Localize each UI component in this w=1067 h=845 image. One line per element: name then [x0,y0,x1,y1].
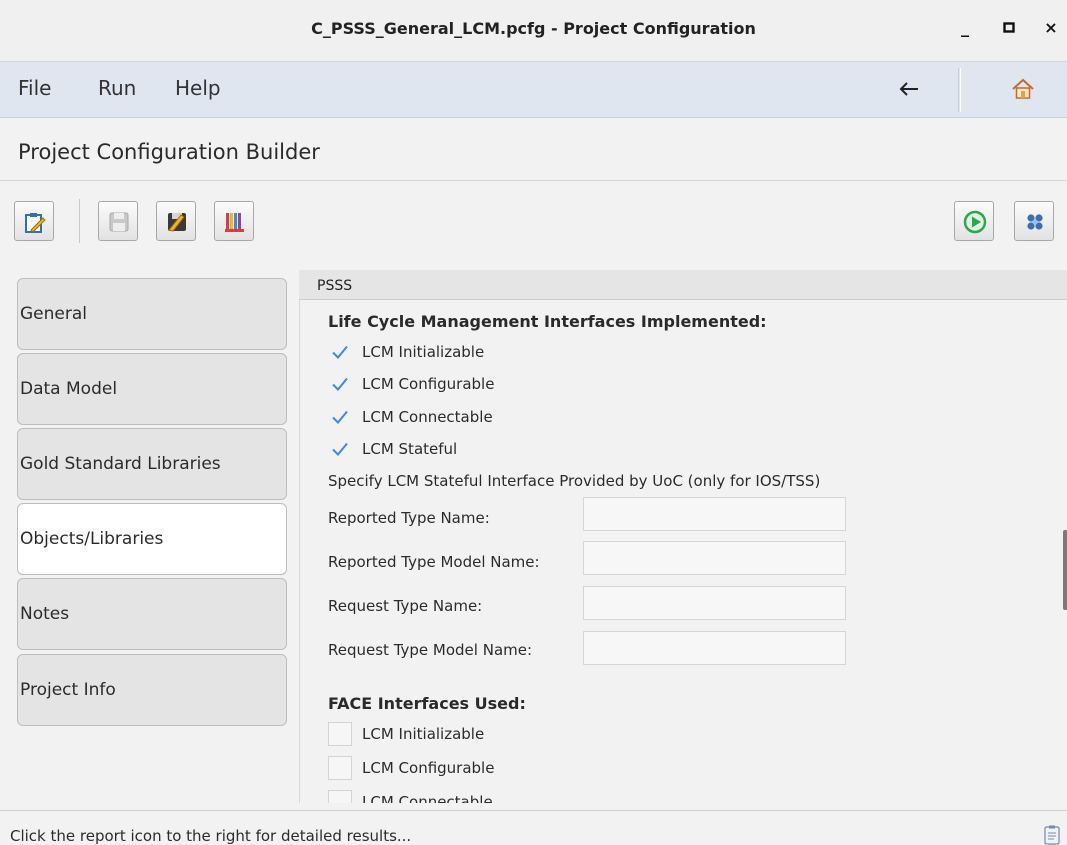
gear-cluster-icon [1027,214,1043,230]
divider [0,180,1067,181]
floppy-disk-icon [109,212,129,232]
back-arrow-icon [899,82,918,96]
toolbar [0,193,1067,247]
checkbox-label: LCM Initializable [362,725,485,743]
play-circle-icon [963,210,987,234]
maximize-icon [1003,22,1015,33]
maximize-button[interactable] [998,18,1020,40]
sidebar-item-data-model[interactable]: Data Model [17,353,287,425]
checkbox-label: LCM Initializable [362,343,485,361]
settings-button[interactable] [1014,201,1054,241]
checkmark-icon [332,442,348,456]
checkmark-icon [332,410,348,424]
sidebar-item-objects-libraries[interactable]: Objects/Libraries [17,503,287,575]
reported-type-name-label: Reported Type Name: [328,509,490,527]
run-button[interactable] [954,201,994,241]
save-button[interactable] [98,201,138,241]
save-as-button[interactable] [156,201,196,241]
edit-clipboard-icon [25,213,46,233]
sidebar-item-general[interactable]: General [17,278,287,350]
checkbox[interactable] [328,756,352,780]
checkbox-label: LCM Connectable [362,408,493,426]
checkbox[interactable] [328,790,352,803]
checkmark-icon [332,377,348,391]
request-type-name-input[interactable] [583,586,846,620]
report-button[interactable] [1044,825,1060,845]
menu-help[interactable]: Help [175,76,221,100]
menu-run[interactable]: Run [98,76,136,100]
save-as-icon [168,213,186,232]
scroll-panel[interactable]: Life Cycle Management Interfaces Impleme… [299,300,1067,803]
toolbar-separator [79,199,80,243]
library-button[interactable] [214,201,254,241]
checkbox-label: LCM Stateful [362,440,458,458]
page-title: Project Configuration Builder [18,140,320,164]
home-button[interactable] [1010,76,1036,106]
checkbox-label: LCM Configurable [362,375,495,393]
checkbox-label: LCM Connectable [362,793,493,803]
checkmark-icon [332,345,348,359]
request-type-name-label: Request Type Name: [328,597,483,615]
report-clipboard-icon [1044,825,1060,845]
menu-bar: File Run Help [0,62,1067,118]
menu-separator [958,68,961,112]
home-icon [1012,78,1034,99]
checkbox[interactable] [328,405,352,429]
checkbox[interactable] [328,372,352,396]
panel-header: PSSS [299,270,1067,300]
title-bar: C_PSSS_General_LCM.pcfg - Project Config… [0,0,1067,62]
checkbox-label: LCM Configurable [362,759,495,777]
sidebar-item-notes[interactable]: Notes [17,578,287,650]
window-title: C_PSSS_General_LCM.pcfg - Project Config… [311,19,756,38]
status-text: Click the report icon to the right for d… [10,827,412,845]
reported-type-name-input[interactable] [583,497,846,531]
request-type-model-name-label: Request Type Model Name: [328,641,533,659]
sidebar-item-project-info[interactable]: Project Info [17,654,287,726]
minimize-button[interactable]: _ [954,18,976,40]
checkbox[interactable] [328,437,352,461]
back-button[interactable] [898,78,920,104]
status-bar: Click the report icon to the right for d… [0,810,1067,845]
books-icon [225,213,244,232]
checkbox[interactable] [328,340,352,364]
vertical-scrollbar[interactable] [1063,530,1067,610]
close-button[interactable]: × [1040,18,1062,40]
face-section-title: FACE Interfaces Used: [328,694,526,713]
checkbox[interactable] [328,722,352,746]
reported-type-model-name-input[interactable] [583,541,846,575]
edit-button[interactable] [14,201,54,241]
sidebar-item-gold-standard-libraries[interactable]: Gold Standard Libraries [17,428,287,500]
reported-type-model-name-label: Reported Type Model Name: [328,553,540,571]
lcm-section-title: Life Cycle Management Interfaces Impleme… [328,312,767,331]
request-type-model-name-input[interactable] [583,631,846,665]
menu-file[interactable]: File [18,76,51,100]
stateful-note: Specify LCM Stateful Interface Provided … [328,472,821,490]
